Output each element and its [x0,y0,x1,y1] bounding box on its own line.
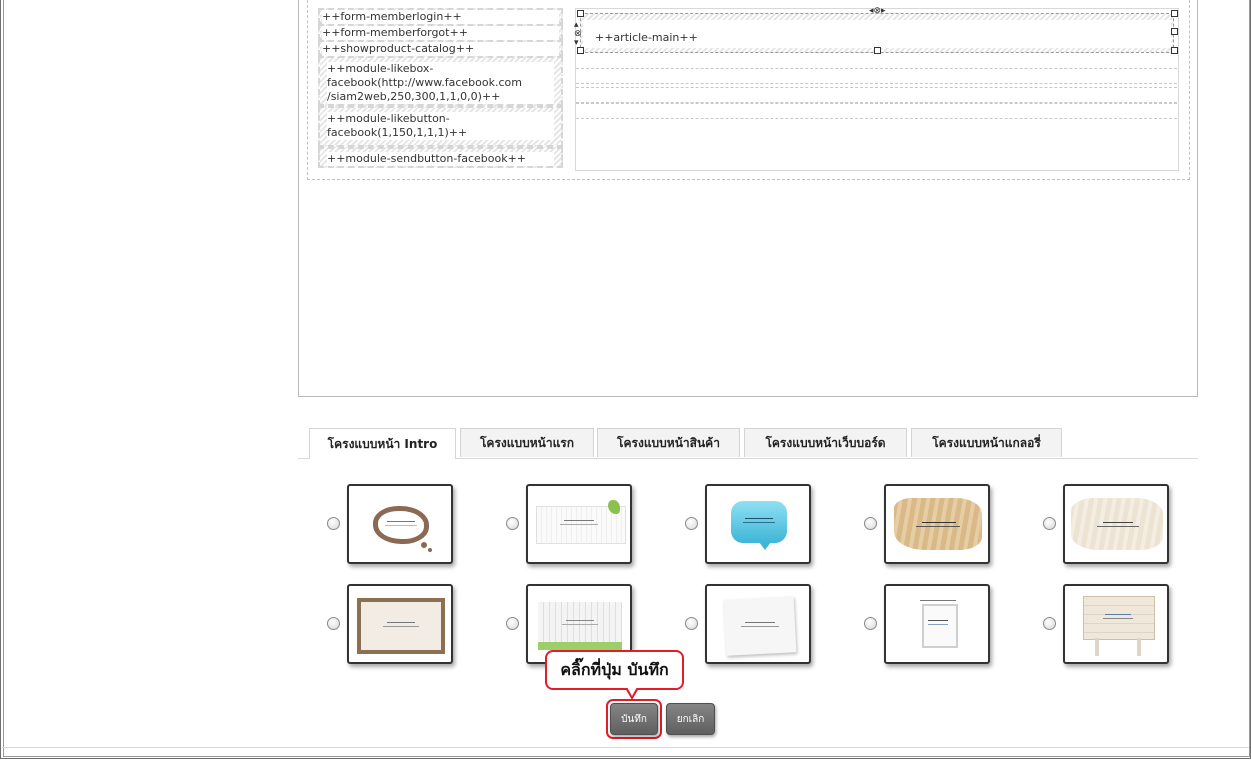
resize-handle[interactable] [1171,28,1178,35]
blue-bubble-template-icon[interactable] [705,484,811,564]
tab-product[interactable]: โครงแบบหน้าสินค้า [597,428,740,457]
empty-row-slot [576,87,1177,103]
template-radio[interactable] [685,617,698,630]
module-likebox-facebook[interactable]: ++module-likebox- facebook(http://www.fa… [318,56,563,106]
template-radio[interactable] [506,617,519,630]
module-label: ++form-memberlogin++ [322,10,559,24]
footer-divider [2,747,1249,748]
empty-row-slot [576,103,1177,119]
template-radio[interactable] [864,617,877,630]
layout-tabs: โครงแบบหน้า Intro โครงแบบหน้าแรก โครงแบบ… [298,428,1198,459]
tab-gallery[interactable]: โครงแบบหน้าแกลอรี่ [911,428,1062,457]
resize-handle[interactable] [874,47,881,54]
grass-banner-template-icon[interactable] [526,484,632,564]
module-label: ++form-memberforgot++ [322,26,559,40]
module-form-memberforgot[interactable]: ++form-memberforgot++ [318,24,563,40]
resize-handle[interactable] [577,47,584,54]
hanging-sign-template-icon[interactable] [884,584,990,664]
empty-row-slot [576,68,1177,84]
module-label: ++module-likebutton- [327,112,554,126]
right-column: ++article-main++ ◂⊗▸ ▴ ⊗ ▾ [574,7,1179,171]
template-radio[interactable] [327,517,340,530]
resize-handle[interactable] [1171,10,1178,17]
template-radio[interactable] [864,517,877,530]
module-label: ++showproduct-catalog++ [322,42,559,56]
save-button[interactable]: บันทึก [610,703,658,735]
beige-brush-template-icon[interactable] [884,484,990,564]
module-label: ++module-likebox- [327,62,554,76]
cloud-template-icon[interactable] [347,484,453,564]
tab-webboard[interactable]: โครงแบบหน้าเว็บบอร์ด [744,428,907,457]
tab-intro[interactable]: โครงแบบหน้า Intro [309,428,456,459]
template-radio[interactable] [1043,517,1056,530]
paper-note-template-icon[interactable] [705,584,811,664]
left-column: ++form-memberlogin++ ++form-memberforgot… [318,8,563,168]
article-main-label: ++article-main++ [595,31,698,44]
template-radio[interactable] [685,517,698,530]
module-label: ++module-sendbutton-facebook++ [327,152,554,166]
module-form-memberlogin[interactable]: ++form-memberlogin++ [318,8,563,24]
template-radio[interactable] [327,617,340,630]
wooden-board-template-icon[interactable] [1063,584,1169,664]
callout-pointer-fill [627,687,637,696]
cancel-button[interactable]: ยกเลิก [666,703,715,735]
cream-brush-template-icon[interactable] [1063,484,1169,564]
module-label: facebook(1,150,1,1,1)++ [327,126,554,140]
instruction-callout: คลิ๊กที่ปุ่ม บันทึก [545,650,684,690]
module-showproduct-catalog[interactable]: ++showproduct-catalog++ [318,40,563,56]
module-label: facebook(http://www.facebook.com [327,76,554,90]
module-label: /siam2web,250,300,1,1,0,0)++ [327,90,554,104]
module-sendbutton-facebook[interactable]: ++module-sendbutton-facebook++ [318,147,563,168]
wood-frame-template-icon[interactable] [347,584,453,664]
move-vertical-icon[interactable]: ▴ ⊗ ▾ [574,21,582,48]
tab-home[interactable]: โครงแบบหน้าแรก [460,428,594,457]
resize-handle[interactable] [1171,47,1178,54]
template-radio[interactable] [1043,617,1056,630]
move-horizontal-icon[interactable]: ◂⊗▸ [869,7,886,16]
resize-handle[interactable] [577,10,584,17]
template-radio[interactable] [506,517,519,530]
module-likebutton-facebook[interactable]: ++module-likebutton- facebook(1,150,1,1,… [318,106,563,147]
